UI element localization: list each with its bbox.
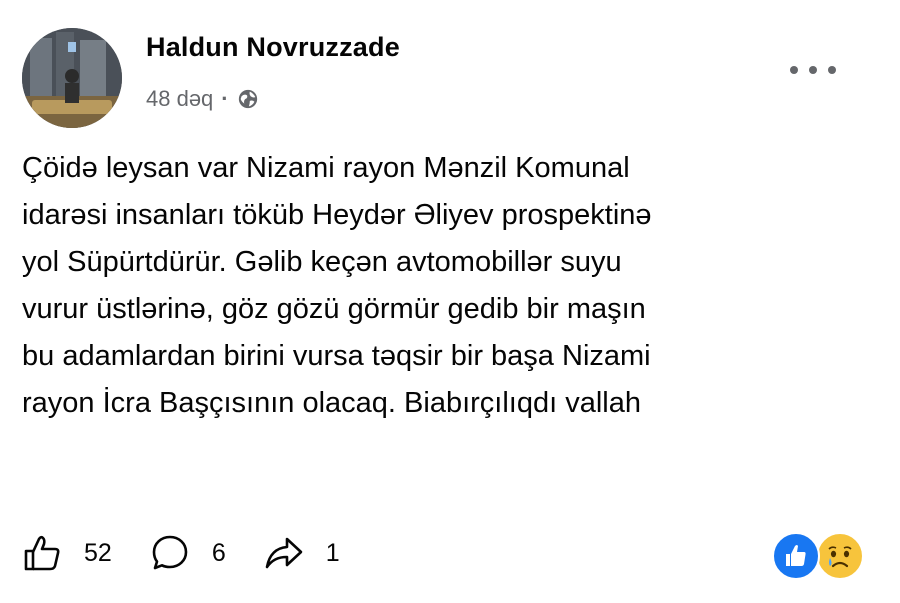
- more-dot: [790, 66, 798, 74]
- thumbs-up-icon: [24, 535, 60, 571]
- comment-button[interactable]: 6: [150, 533, 226, 573]
- comment-count: 6: [211, 538, 226, 567]
- author-avatar[interactable]: [22, 28, 122, 128]
- more-options-icon[interactable]: [790, 58, 836, 82]
- post-meta: 48 dəq ·: [146, 86, 259, 112]
- sad-reaction-icon: [816, 532, 864, 580]
- globe-icon[interactable]: [237, 88, 259, 110]
- reaction-summary[interactable]: [772, 532, 868, 580]
- post-body-text: Çöidə leysan var Nizami rayon Mənzil Kom…: [22, 152, 652, 419]
- like-count: 52: [84, 538, 112, 567]
- meta-separator: ·: [221, 86, 229, 111]
- like-button[interactable]: 52: [22, 533, 112, 573]
- share-count: 1: [325, 538, 340, 567]
- author-name[interactable]: Haldun Novruzzade: [146, 32, 400, 63]
- avatar-photo: [22, 28, 122, 128]
- more-dot: [828, 66, 836, 74]
- comment-bubble-icon: [152, 535, 188, 570]
- share-button[interactable]: 1: [264, 533, 340, 573]
- more-dot: [809, 66, 817, 74]
- like-reaction-icon: [772, 532, 820, 580]
- action-bar: 52 6 1: [22, 533, 378, 573]
- post-timestamp[interactable]: 48 dəq: [146, 86, 213, 112]
- share-arrow-icon: [265, 537, 303, 569]
